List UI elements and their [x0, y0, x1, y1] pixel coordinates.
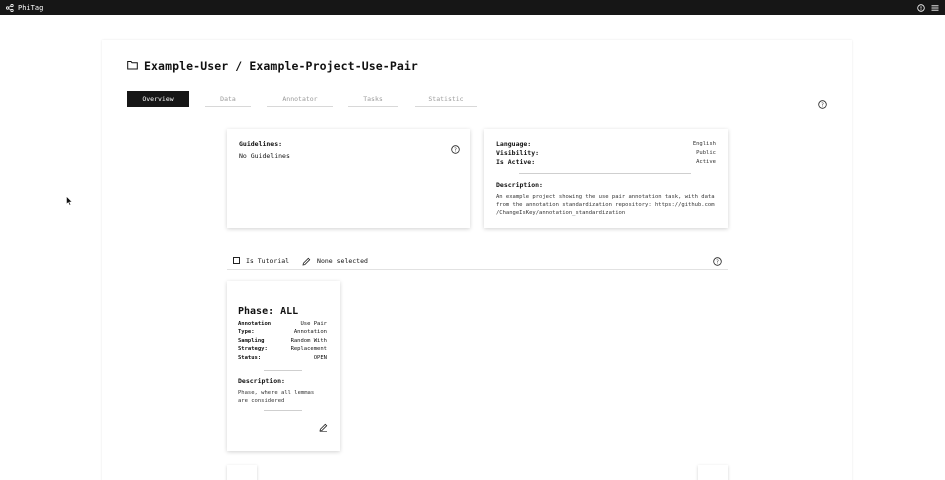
share-nodes-icon: [6, 3, 14, 12]
arrow-left-icon: [237, 474, 247, 480]
selection-label: None selected: [317, 256, 368, 265]
sampling-label: Strategy:: [238, 346, 268, 352]
tab-overview[interactable]: Overview: [127, 91, 189, 107]
arrow-right-icon: [708, 474, 718, 480]
sampling-label: Sampling: [238, 338, 265, 344]
phase-title: Phase: ALL: [238, 306, 299, 317]
pencil-icon[interactable]: [319, 417, 328, 436]
prev-page-button[interactable]: [227, 465, 257, 480]
language-label: Language:: [496, 139, 532, 148]
annotation-type-value: Annotation: [293, 329, 327, 335]
tutorial-label: Is Tutorial: [246, 256, 290, 265]
tab-bar: Overview Data Annotator Tasks Statistic: [127, 91, 477, 107]
tab-statistic[interactable]: Statistic: [415, 91, 477, 107]
sampling-value: Random With: [290, 338, 327, 344]
guidelines-label: Guidelines:: [239, 140, 283, 148]
pencil-icon[interactable]: [302, 251, 311, 270]
project-title: Example-User / Example-Project-Use-Pair: [144, 59, 418, 73]
menu-icon[interactable]: [931, 4, 939, 12]
divider: [264, 370, 302, 371]
description-line: /ChangeIsKey/annotation_standardization: [496, 210, 626, 216]
page-title: Example-User / Example-Project-Use-Pair: [127, 59, 418, 73]
language-value: English: [692, 140, 716, 147]
help-circle-icon[interactable]: [917, 3, 925, 12]
description-line: An example project showing the use pair …: [496, 194, 715, 200]
phase-description-label: Description:: [238, 377, 285, 385]
description-line: from the annotation standardization repo…: [496, 202, 715, 208]
active-value: Active: [696, 158, 716, 165]
annotation-type-value: Use Pair: [300, 321, 328, 327]
top-bar: PhiTag: [0, 0, 945, 15]
guidelines-card: Guidelines: No Guidelines ?: [227, 129, 470, 228]
help-circle-icon[interactable]: ?: [713, 251, 722, 270]
folder-icon: [127, 59, 138, 73]
app-name: PhiTag: [18, 3, 44, 12]
phase-card[interactable]: Phase: ALL Annotation Use Pair Type: Annot…: [227, 281, 340, 451]
status-label: Status:: [238, 355, 262, 361]
help-circle-icon[interactable]: ?: [818, 94, 827, 113]
project-info-card: Language: English Visibility: Public Is Ac…: [484, 129, 728, 228]
divider: [264, 410, 302, 411]
svg-text:?: ?: [716, 259, 719, 265]
sampling-value: Replacement: [290, 346, 327, 352]
brand[interactable]: PhiTag: [6, 3, 44, 12]
annotation-type-label: Type:: [238, 329, 255, 335]
svg-text:?: ?: [821, 102, 824, 108]
active-label: Is Active:: [496, 157, 536, 166]
svg-text:?: ?: [454, 147, 457, 153]
status-value: OPEN: [313, 355, 327, 361]
mouse-cursor-icon: [66, 191, 73, 210]
tab-tasks[interactable]: Tasks: [348, 91, 398, 107]
divider: [519, 173, 691, 174]
tab-annotator[interactable]: Annotator: [267, 91, 333, 107]
description-label: Description:: [496, 181, 543, 189]
help-circle-icon[interactable]: ?: [451, 139, 460, 158]
visibility-label: Visibility:: [496, 148, 540, 157]
guidelines-value: No Guidelines: [239, 152, 290, 160]
phase-description-line: are considered: [238, 398, 285, 404]
visibility-value: Public: [696, 149, 716, 156]
tutorial-checkbox[interactable]: [233, 257, 240, 264]
phase-description-line: Phase, where all lemmas: [238, 390, 315, 396]
next-page-button[interactable]: [698, 465, 728, 480]
tab-data[interactable]: Data: [205, 91, 251, 107]
annotation-type-label: Annotation: [238, 321, 272, 327]
phase-toolbar: Is Tutorial None selected ?: [227, 252, 728, 270]
